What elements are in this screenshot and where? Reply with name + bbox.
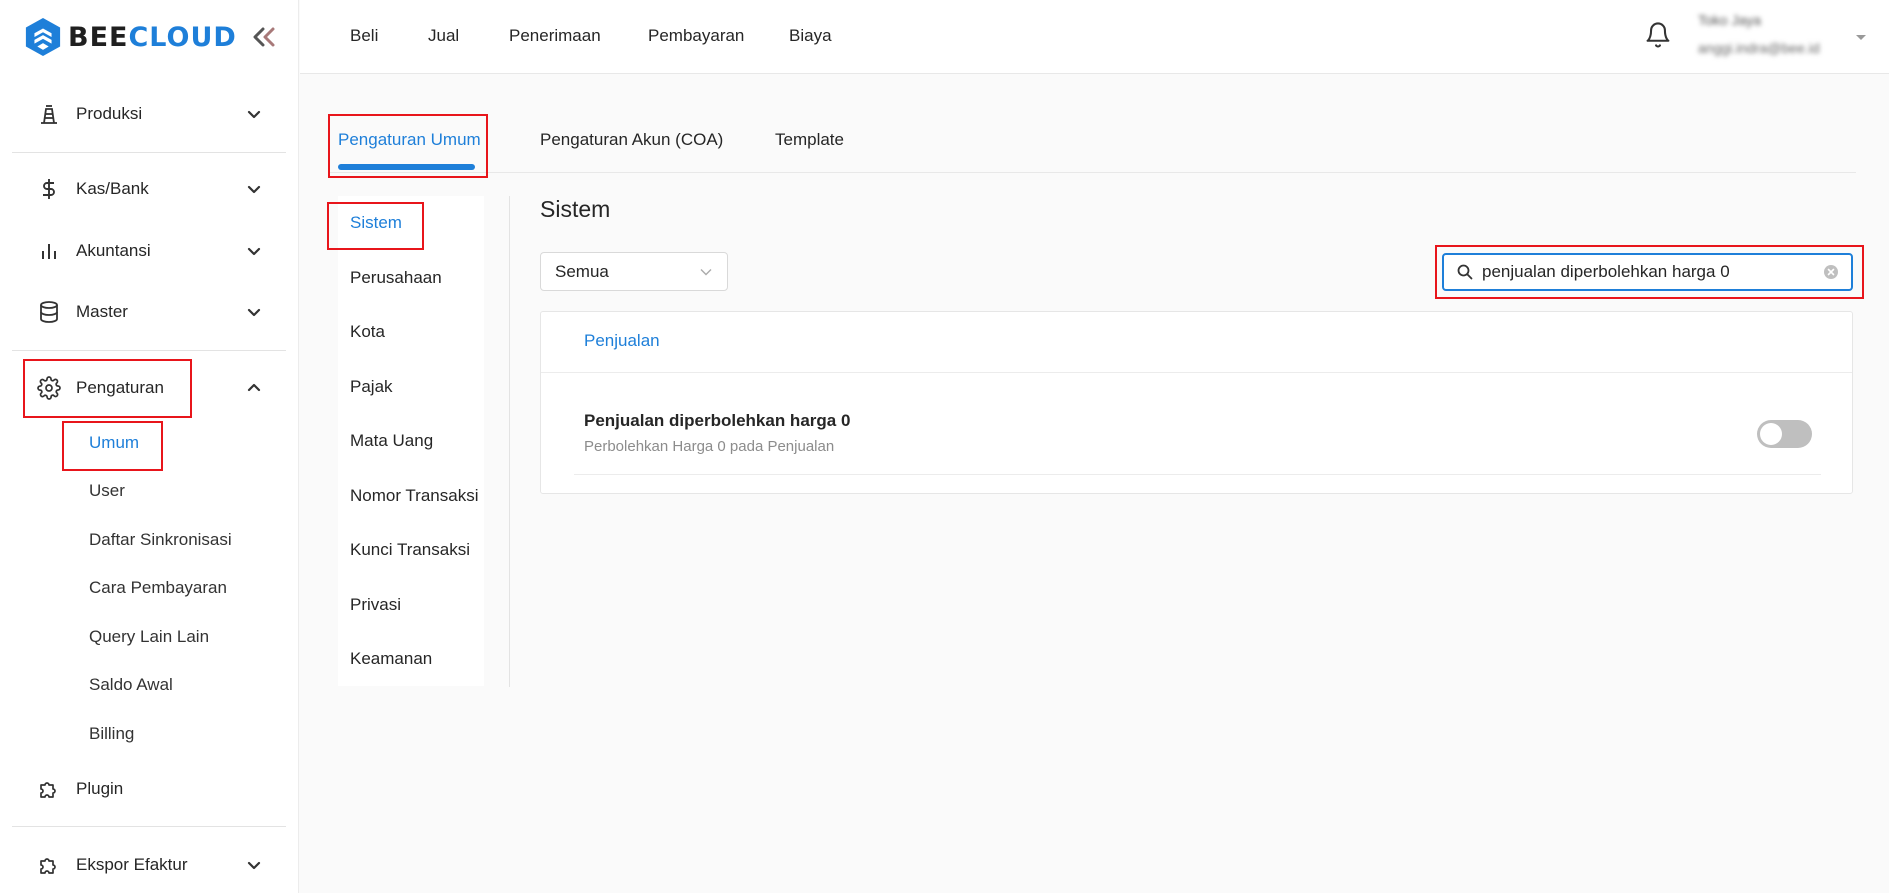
production-icon	[36, 101, 62, 127]
bar-chart-icon	[36, 238, 62, 264]
sidebar-subitem-umum[interactable]: Umum	[89, 430, 139, 456]
sidebar-subitem-saldo-awal[interactable]: Saldo Awal	[89, 672, 173, 698]
chevron-down-icon	[247, 861, 261, 870]
divider	[574, 474, 1821, 475]
chevron-down-icon	[247, 110, 261, 119]
chevron-down-icon	[247, 185, 261, 194]
divider	[12, 152, 286, 153]
user-name[interactable]: Toko Jaya	[1698, 12, 1761, 28]
tab-pengaturan-akun[interactable]: Pengaturan Akun (COA)	[540, 130, 723, 150]
category-filter-select[interactable]: Semua	[540, 252, 728, 291]
settings-item-privasi[interactable]: Privasi	[350, 592, 401, 618]
sidebar-item-label: Plugin	[76, 779, 124, 798]
sidebar-subitem-billing[interactable]: Billing	[89, 721, 134, 747]
collapse-sidebar-icon[interactable]	[246, 22, 282, 52]
sidebar-item-ekspor-efaktur[interactable]: Ekspor Efaktur	[12, 841, 286, 889]
sidebar-item-label: Kas/Bank	[76, 179, 149, 198]
settings-card: Penjualan Penjualan diperbolehkan harga …	[540, 311, 1853, 494]
caret-down-icon[interactable]	[1854, 32, 1868, 42]
divider	[509, 196, 510, 687]
topnav-biaya[interactable]: Biaya	[789, 26, 832, 46]
section-title: Sistem	[540, 196, 611, 222]
topnav-penerimaan[interactable]: Penerimaan	[509, 26, 601, 46]
logo-text: BEECLOUD	[68, 21, 237, 53]
gear-icon	[36, 375, 62, 401]
chevron-down-icon	[700, 269, 712, 276]
chevron-down-icon	[247, 308, 261, 317]
sidebar-item-produksi[interactable]: Produksi	[12, 90, 286, 138]
sidebar-item-label: Akuntansi	[76, 241, 151, 260]
toggle-knob	[1760, 423, 1782, 445]
tab-pengaturan-umum[interactable]: Pengaturan Umum	[338, 130, 481, 150]
card-header: Penjualan	[541, 312, 1852, 373]
settings-item-pajak[interactable]: Pajak	[350, 374, 393, 400]
setting-description: Perbolehkan Harga 0 pada Penjualan	[584, 438, 835, 455]
search-icon	[1457, 264, 1473, 280]
settings-item-keamanan[interactable]: Keamanan	[350, 646, 432, 672]
sidebar-subitem-query-lain-lain[interactable]: Query Lain Lain	[89, 624, 209, 650]
setting-title: Penjualan diperbolehkan harga 0	[584, 411, 851, 430]
dollar-icon	[36, 176, 62, 202]
settings-item-kota[interactable]: Kota	[350, 319, 385, 345]
tab-template[interactable]: Template	[775, 130, 844, 150]
select-value: Semua	[555, 261, 609, 281]
sidebar-item-label: Produksi	[76, 104, 143, 123]
sidebar-subitem-cara-pembayaran[interactable]: Cara Pembayaran	[89, 575, 227, 601]
user-email[interactable]: anggi.indra@bee.id	[1698, 40, 1820, 56]
sidebar-item-label: Ekspor Efaktur	[76, 855, 188, 874]
chevron-down-icon	[247, 247, 261, 256]
sidebar-subitem-user[interactable]: User	[89, 478, 125, 504]
logo[interactable]: BEECLOUD	[24, 16, 284, 58]
tabs-divider	[330, 172, 1856, 173]
topnav-pembayaran[interactable]: Pembayaran	[648, 26, 744, 46]
setting-toggle[interactable]	[1757, 420, 1812, 448]
sidebar-subitem-daftar-sinkronisasi[interactable]: Daftar Sinkronisasi	[89, 527, 232, 553]
topnav-jual[interactable]: Jual	[428, 26, 459, 46]
notification-bell-icon[interactable]	[1644, 20, 1672, 50]
settings-item-mata-uang[interactable]: Mata Uang	[350, 428, 433, 454]
active-tab-indicator	[338, 164, 475, 170]
clear-icon[interactable]	[1823, 264, 1839, 280]
settings-item-kunci-transaksi[interactable]: Kunci Transaksi	[350, 537, 470, 563]
database-icon	[36, 299, 62, 325]
settings-item-sistem[interactable]: Sistem	[350, 210, 402, 236]
topnav-beli[interactable]: Beli	[350, 26, 378, 46]
puzzle-icon	[36, 776, 62, 802]
search-field[interactable]	[1442, 253, 1853, 291]
search-input[interactable]	[1482, 262, 1822, 282]
divider	[12, 350, 286, 351]
sidebar-item-master[interactable]: Master	[12, 288, 286, 336]
beecloud-logo-icon	[25, 18, 61, 56]
sidebar-item-kas-bank[interactable]: Kas/Bank	[12, 165, 286, 213]
settings-item-perusahaan[interactable]: Perusahaan	[350, 265, 442, 291]
sidebar: BEECLOUD Produksi Kas/Bank Akuntansi Mas…	[0, 0, 299, 893]
chevron-up-icon	[247, 383, 261, 392]
sidebar-item-label: Pengaturan	[76, 378, 164, 397]
group-label: Penjualan	[584, 331, 660, 350]
sidebar-item-label: Master	[76, 302, 128, 321]
sidebar-item-plugin[interactable]: Plugin	[12, 765, 286, 813]
puzzle-icon	[36, 852, 62, 878]
divider	[12, 826, 286, 827]
settings-item-nomor-transaksi[interactable]: Nomor Transaksi	[350, 483, 478, 509]
sidebar-item-pengaturan[interactable]: Pengaturan	[12, 364, 286, 412]
sidebar-item-akuntansi[interactable]: Akuntansi	[12, 227, 286, 275]
